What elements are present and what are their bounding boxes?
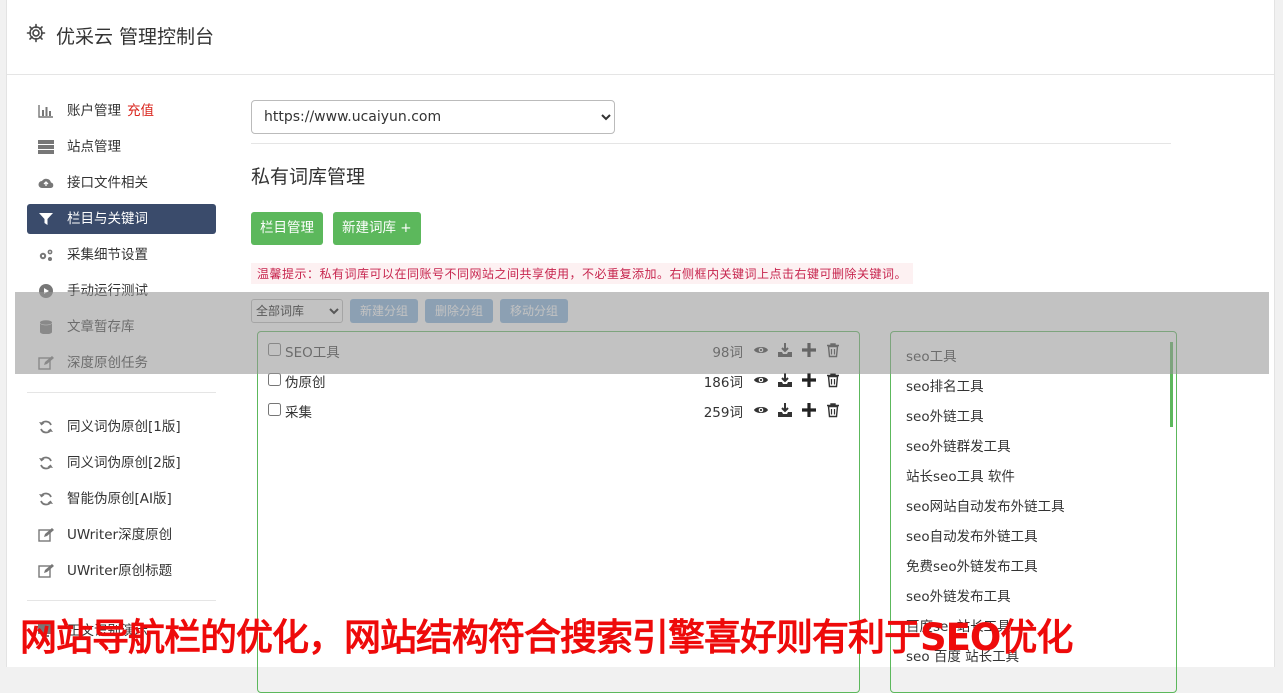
- app-frame: 优采云 管理控制台 账户管理 充值 站点管理 接口文件相关 栏目与关键词 采集细节…: [6, 0, 1275, 693]
- sidebar-item-collect-settings[interactable]: 采集细节设置: [27, 240, 216, 270]
- sidebar-item-label: 同义词伪原创[1版]: [67, 419, 181, 435]
- sidebar-item-ai-rewrite[interactable]: 智能伪原创[AI版]: [27, 484, 216, 514]
- cloud-upload-icon: [38, 178, 54, 188]
- sidebar-item-api-files[interactable]: 接口文件相关: [27, 168, 216, 198]
- trash-icon[interactable]: [825, 402, 841, 418]
- sidebar-item-label: 同义词伪原创[2版]: [67, 455, 181, 471]
- library-name[interactable]: SEO工具: [285, 341, 340, 361]
- library-row: SEO工具 98词: [258, 338, 859, 368]
- plus-icon[interactable]: [801, 372, 817, 388]
- library-name[interactable]: 采集: [285, 401, 312, 421]
- keyword-item[interactable]: 免费seo外链发布工具: [891, 552, 1176, 582]
- sidebar-item-label: 站点管理: [67, 139, 121, 155]
- library-checkbox[interactable]: [268, 403, 281, 416]
- sidebar-item-sites[interactable]: 站点管理: [27, 132, 216, 162]
- new-group-button[interactable]: 新建分组: [350, 299, 419, 323]
- library-count: 186词: [703, 375, 743, 391]
- header: 优采云 管理控制台: [7, 0, 1274, 75]
- sidebar-item-label: UWriter深度原创: [67, 527, 173, 543]
- move-group-button[interactable]: 移动分组: [500, 299, 569, 323]
- sidebar-item-deep-original[interactable]: 深度原创任务: [27, 348, 216, 378]
- sidebar-item-synonym-v1[interactable]: 同义词伪原创[1版]: [27, 412, 216, 442]
- sidebar-item-label: 账户管理: [67, 103, 121, 119]
- main-content: https://www.ucaiyun.com 私有词库管理 栏目管理 新建词库 …: [251, 100, 1177, 693]
- refresh-icon: [39, 492, 53, 506]
- sidebar-item-synonym-v2[interactable]: 同义词伪原创[2版]: [27, 448, 216, 478]
- sidebar-item-uwriter-deep[interactable]: UWriter深度原创: [27, 520, 216, 550]
- keyword-item[interactable]: seo工具: [891, 342, 1176, 372]
- sidebar-item-columns-keywords[interactable]: 栏目与关键词: [27, 204, 216, 234]
- refresh-icon: [39, 456, 53, 470]
- library-filter-select[interactable]: 全部词库: [251, 299, 343, 323]
- sidebar-item-article-store[interactable]: 文章暂存库: [27, 312, 216, 342]
- sidebar: 账户管理 充值 站点管理 接口文件相关 栏目与关键词 采集细节设置 手动运行测试 …: [27, 96, 216, 652]
- tip-text: 温馨提示：私有词库可以在同账号不同网站之间共享使用，不必重复添加。右侧框内关键词…: [251, 263, 914, 284]
- database-icon: [40, 320, 52, 334]
- delete-group-button[interactable]: 删除分组: [425, 299, 494, 323]
- download-icon[interactable]: [777, 402, 793, 418]
- sidebar-item-label: UWriter原创标题: [67, 563, 173, 579]
- library-count: 259词: [703, 405, 743, 421]
- keyword-item[interactable]: seo排名工具: [891, 372, 1176, 402]
- cogs-icon: [39, 249, 53, 261]
- eye-icon[interactable]: [753, 402, 769, 418]
- trash-icon[interactable]: [825, 342, 841, 358]
- eye-icon[interactable]: [753, 372, 769, 388]
- sidebar-item-label: 文章暂存库: [67, 319, 135, 335]
- eye-icon[interactable]: [753, 342, 769, 358]
- keyword-item[interactable]: seo自动发布外链工具: [891, 522, 1176, 552]
- gear-icon: [26, 23, 46, 43]
- keyword-item[interactable]: seo外链工具: [891, 402, 1176, 432]
- recharge-link[interactable]: 充值: [127, 103, 154, 119]
- page-title: 优采云 管理控制台: [56, 26, 215, 48]
- library-row: 伪原创 186词: [258, 368, 859, 398]
- bar-chart-icon: [38, 105, 53, 118]
- caption-text: 网站导航栏的优化，网站结构符合搜索引擎喜好则有利于SEO优化: [20, 616, 1073, 659]
- column-manage-button[interactable]: 栏目管理: [251, 212, 323, 245]
- play-icon: [39, 284, 53, 298]
- keyword-item[interactable]: seo网站自动发布外链工具: [891, 492, 1176, 522]
- sidebar-item-manual-run[interactable]: 手动运行测试: [27, 276, 216, 306]
- edit-icon: [38, 356, 54, 370]
- new-library-button[interactable]: 新建词库 +: [333, 212, 421, 245]
- filter-icon: [39, 213, 53, 225]
- library-toolbar: 全部词库 新建分组 删除分组 移动分组: [251, 299, 1171, 325]
- sidebar-item-label: 采集细节设置: [67, 247, 148, 263]
- section-heading: 私有词库管理: [251, 166, 366, 188]
- download-icon[interactable]: [777, 342, 793, 358]
- sidebar-item-label: 深度原创任务: [67, 355, 148, 371]
- keyword-scrollbar[interactable]: [1170, 342, 1173, 427]
- plus-icon[interactable]: [801, 342, 817, 358]
- sidebar-item-account[interactable]: 账户管理 充值: [27, 96, 216, 126]
- edit-icon: [38, 528, 54, 542]
- library-checkbox[interactable]: [268, 373, 281, 386]
- keyword-item[interactable]: seo外链群发工具: [891, 432, 1176, 462]
- sidebar-item-label: 手动运行测试: [67, 283, 148, 299]
- refresh-icon: [39, 420, 53, 434]
- library-count: 98词: [712, 345, 743, 361]
- edit-icon: [38, 564, 54, 578]
- library-name[interactable]: 伪原创: [285, 371, 326, 391]
- keyword-item[interactable]: 站长seo工具 软件: [891, 462, 1176, 492]
- library-checkbox[interactable]: [268, 343, 281, 356]
- divider: [251, 143, 1171, 144]
- plus-icon[interactable]: [801, 402, 817, 418]
- sidebar-divider: [27, 600, 216, 601]
- download-icon[interactable]: [777, 372, 793, 388]
- sidebar-item-label: 智能伪原创[AI版]: [67, 491, 172, 507]
- site-select[interactable]: https://www.ucaiyun.com: [251, 100, 615, 134]
- server-icon: [38, 140, 54, 154]
- sidebar-item-uwriter-title[interactable]: UWriter原创标题: [27, 556, 216, 586]
- sidebar-item-label: 接口文件相关: [67, 175, 148, 191]
- sidebar-item-label: 栏目与关键词: [67, 211, 148, 227]
- sidebar-divider: [27, 392, 216, 393]
- trash-icon[interactable]: [825, 372, 841, 388]
- library-row: 采集 259词: [258, 398, 859, 428]
